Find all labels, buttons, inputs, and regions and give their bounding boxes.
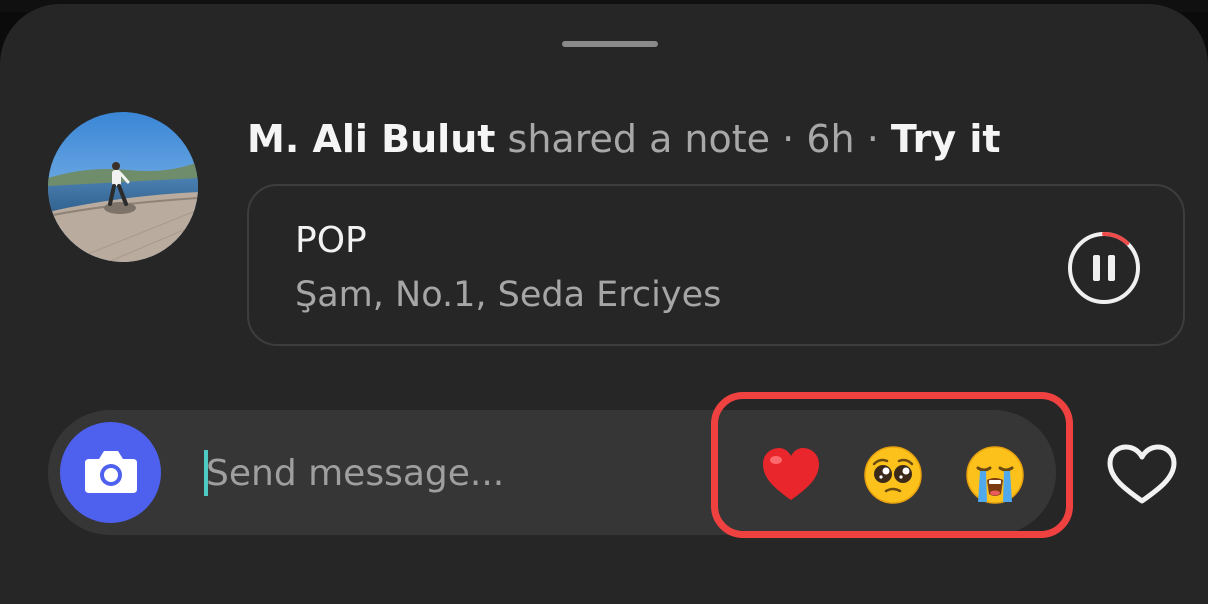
try-it-link[interactable]: Try it — [891, 117, 1001, 161]
drag-handle[interactable] — [562, 41, 658, 47]
playback-progress-ring — [1102, 232, 1130, 246]
note-action: shared a note — [507, 117, 771, 161]
song-title: POP — [295, 220, 367, 261]
pause-button[interactable] — [1065, 229, 1143, 307]
avatar[interactable] — [48, 112, 198, 262]
like-button[interactable] — [1105, 443, 1179, 507]
react-crying-button[interactable] — [964, 444, 1026, 506]
separator: · — [866, 117, 879, 161]
music-note-card[interactable]: POP Şam, No.1, Seda Erciyes — [247, 184, 1185, 346]
message-input[interactable] — [206, 442, 686, 504]
song-subtitle: Şam, No.1, Seda Erciyes — [295, 275, 722, 315]
pause-icon — [1068, 232, 1140, 304]
separator: · — [782, 117, 795, 161]
avatar-photo — [48, 112, 198, 262]
camera-button[interactable] — [60, 422, 161, 523]
pleading-face-emoji-icon — [864, 446, 922, 504]
author-name[interactable]: M. Ali Bulut — [247, 117, 495, 161]
react-pleading-button[interactable] — [862, 444, 924, 506]
note-header: M. Ali Bulut shared a note · 6h · Try it — [247, 112, 1001, 166]
camera-icon — [85, 451, 137, 493]
red-heart-emoji-icon — [763, 448, 819, 500]
crying-face-emoji-icon — [966, 446, 1024, 504]
note-time: 6h — [806, 117, 855, 161]
heart-outline-icon — [1107, 444, 1177, 504]
react-heart-button[interactable] — [760, 444, 822, 506]
